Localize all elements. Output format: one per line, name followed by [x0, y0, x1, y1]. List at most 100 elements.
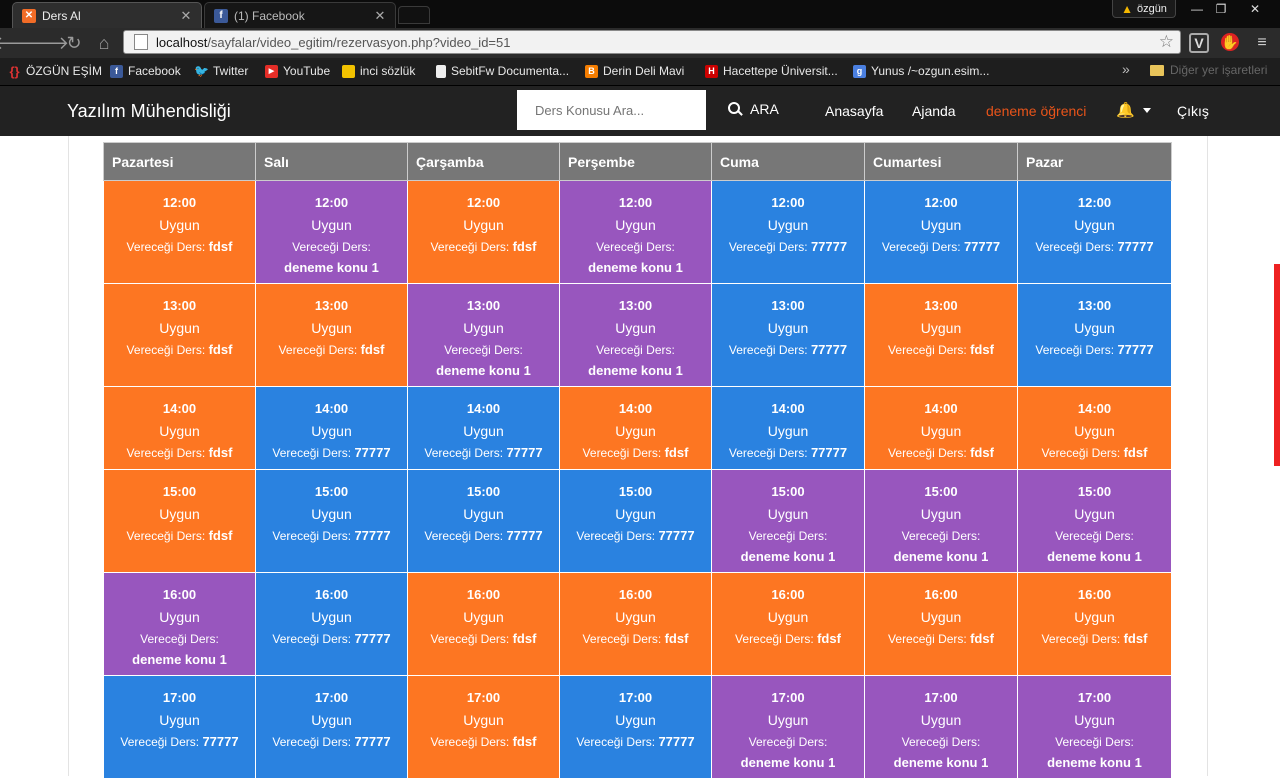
home-icon[interactable]: ⌂: [93, 32, 115, 54]
other-bookmarks[interactable]: Diğer yer işaretleri: [1150, 63, 1267, 77]
time-slot-cell[interactable]: 14:00 Uygun Vereceği Ders: fdsf: [864, 386, 1018, 470]
time-slot-cell[interactable]: 16:00 Uygun Vereceği Ders: deneme konu 1: [103, 572, 256, 676]
time-slot-cell[interactable]: 12:00 Uygun Vereceği Ders: fdsf: [103, 180, 256, 284]
slot-lesson-topic: fdsf: [1123, 631, 1148, 646]
slot-lesson-topic: fdsf: [208, 445, 233, 460]
time-slot-cell[interactable]: 15:00 Uygun Vereceği Ders: deneme konu 1: [864, 469, 1018, 573]
time-slot-cell[interactable]: 15:00 Uygun Vereceği Ders: fdsf: [103, 469, 256, 573]
slot-lesson-label: Vereceği Ders:: [596, 343, 675, 357]
slot-time: 13:00: [162, 298, 197, 313]
time-slot-cell[interactable]: 17:00 Uygun Vereceği Ders: 77777: [103, 675, 256, 779]
time-slot-cell[interactable]: 14:00 Uygun Vereceği Ders: 77777: [407, 386, 560, 470]
adblock-icon[interactable]: ✋: [1221, 33, 1239, 51]
close-window-icon[interactable]: ✕: [1242, 0, 1268, 18]
bookmark-item[interactable]: SebitFw Documenta...: [436, 63, 569, 79]
slot-lesson-label: Vereceği Ders:: [126, 446, 206, 460]
bookmark-star-icon[interactable]: ☆: [1159, 32, 1174, 52]
slot-lesson-topic: fdsf: [360, 342, 385, 357]
time-slot-cell[interactable]: 13:00 Uygun Vereceği Ders: fdsf: [103, 283, 256, 387]
bookmark-item[interactable]: H Hacettepe Üniversit...: [705, 63, 838, 79]
close-tab-icon[interactable]: ✕: [373, 8, 387, 24]
tab-facebook[interactable]: f (1) Facebook ✕: [204, 2, 396, 28]
time-slot-cell[interactable]: 17:00 Uygun Vereceği Ders: fdsf: [407, 675, 560, 779]
nav-home[interactable]: Anasayfa: [825, 103, 883, 119]
time-slot-cell[interactable]: 14:00 Uygun Vereceği Ders: 77777: [255, 386, 408, 470]
time-slot-cell[interactable]: 16:00 Uygun Vereceği Ders: 77777: [255, 572, 408, 676]
notifications-dropdown[interactable]: 🔔: [1116, 101, 1151, 119]
time-slot-cell[interactable]: 12:00 Uygun Vereceği Ders: deneme konu 1: [559, 180, 712, 284]
address-bar[interactable]: localhost/sayfalar/video_egitim/rezervas…: [123, 30, 1181, 54]
search-button[interactable]: ARA: [728, 101, 779, 117]
time-slot-cell[interactable]: 12:00 Uygun Vereceği Ders: fdsf: [407, 180, 560, 284]
time-slot-cell[interactable]: 14:00 Uygun Vereceği Ders: fdsf: [559, 386, 712, 470]
time-slot-cell[interactable]: 17:00 Uygun Vereceği Ders: deneme konu 1: [711, 675, 865, 779]
bookmark-item[interactable]: {} ÖZGÜN EŞİM: [8, 63, 102, 79]
time-slot-cell[interactable]: 16:00 Uygun Vereceği Ders: fdsf: [559, 572, 712, 676]
time-slot-cell[interactable]: 16:00 Uygun Vereceği Ders: fdsf: [864, 572, 1018, 676]
time-slot-cell[interactable]: 17:00 Uygun Vereceği Ders: 77777: [255, 675, 408, 779]
time-slot-cell[interactable]: 14:00 Uygun Vereceği Ders: 77777: [711, 386, 865, 470]
more-bookmarks-icon[interactable]: »: [1122, 61, 1130, 77]
youtube-icon: ▶: [265, 64, 278, 78]
minimize-icon[interactable]: —: [1184, 0, 1210, 18]
slot-lesson-label: Vereceği Ders:: [901, 529, 981, 543]
time-slot-cell[interactable]: 15:00 Uygun Vereceği Ders: deneme konu 1: [711, 469, 865, 573]
time-slot-cell[interactable]: 16:00 Uygun Vereceği Ders: fdsf: [1017, 572, 1172, 676]
time-slot-cell[interactable]: 13:00 Uygun Vereceği Ders: deneme konu 1: [407, 283, 560, 387]
time-slot-cell[interactable]: 12:00 Uygun Vereceği Ders: 77777: [1017, 180, 1172, 284]
slot-status: Uygun: [463, 609, 504, 625]
bookmark-item[interactable]: inci sözlük: [342, 63, 415, 79]
nav-agenda[interactable]: Ajanda: [912, 103, 956, 119]
menu-icon[interactable]: ≡: [1252, 33, 1272, 53]
slot-lesson-label: Vereceği Ders:: [126, 529, 206, 543]
site-brand[interactable]: Yazılım Mühendisliği: [67, 101, 231, 122]
time-slot-cell[interactable]: 16:00 Uygun Vereceği Ders: fdsf: [711, 572, 865, 676]
time-slot-cell[interactable]: 13:00 Uygun Vereceği Ders: 77777: [1017, 283, 1172, 387]
time-slot-cell[interactable]: 12:00 Uygun Vereceği Ders: 77777: [711, 180, 865, 284]
restore-icon[interactable]: ❐: [1208, 0, 1234, 18]
new-tab-button[interactable]: [398, 6, 430, 24]
time-slot-cell[interactable]: 15:00 Uygun Vereceği Ders: 77777: [407, 469, 560, 573]
time-slot-cell[interactable]: 15:00 Uygun Vereceği Ders: 77777: [559, 469, 712, 573]
time-slot-cell[interactable]: 15:00 Uygun Vereceği Ders: deneme konu 1: [1017, 469, 1172, 573]
slot-lesson: Vereceği Ders: 77777: [104, 731, 255, 753]
time-slot-cell[interactable]: 12:00 Uygun Vereceği Ders: 77777: [864, 180, 1018, 284]
time-slot-cell[interactable]: 17:00 Uygun Vereceği Ders: deneme konu 1: [1017, 675, 1172, 779]
time-slot-cell[interactable]: 13:00 Uygun Vereceği Ders: 77777: [711, 283, 865, 387]
time-slot-cell[interactable]: 13:00 Uygun Vereceği Ders: fdsf: [255, 283, 408, 387]
bookmark-item[interactable]: g Yunus /~ozgun.esim...: [853, 63, 989, 79]
bookmark-item[interactable]: B Derin Deli Mavi: [585, 63, 684, 79]
slot-time: 16:00: [1077, 587, 1112, 602]
search-input[interactable]: [517, 90, 706, 130]
bookmark-item[interactable]: f Facebook: [110, 63, 181, 79]
reload-icon[interactable]: ↻: [63, 32, 85, 54]
time-slot-cell[interactable]: 16:00 Uygun Vereceği Ders: fdsf: [407, 572, 560, 676]
time-slot-cell[interactable]: 13:00 Uygun Vereceği Ders: deneme konu 1: [559, 283, 712, 387]
slot-lesson: Vereceği Ders: 77777: [1018, 339, 1171, 361]
time-slot-cell[interactable]: 15:00 Uygun Vereceği Ders: 77777: [255, 469, 408, 573]
close-tab-icon[interactable]: ✕: [179, 8, 193, 24]
time-slot-cell[interactable]: 14:00 Uygun Vereceği Ders: fdsf: [103, 386, 256, 470]
time-slot-cell[interactable]: 13:00 Uygun Vereceği Ders: fdsf: [864, 283, 1018, 387]
nav-logout[interactable]: Çıkış: [1177, 103, 1209, 119]
slot-status: Uygun: [767, 609, 809, 625]
time-slot-cell[interactable]: 14:00 Uygun Vereceği Ders: fdsf: [1017, 386, 1172, 470]
slot-lesson-label: Vereceği Ders:: [272, 632, 352, 646]
bookmark-item[interactable]: 🐦 Twitter: [194, 63, 248, 79]
slot-time: 12:00: [618, 195, 653, 210]
bookmark-item[interactable]: ▶ YouTube: [265, 63, 330, 79]
slot-lesson-topic: 77777: [1117, 342, 1154, 357]
slot-lesson-label: Vereceği Ders:: [1041, 446, 1121, 460]
slot-lesson-label: Vereceği Ders:: [1035, 343, 1115, 357]
time-slot-cell[interactable]: 17:00 Uygun Vereceği Ders: deneme konu 1: [864, 675, 1018, 779]
time-slot-cell[interactable]: 12:00 Uygun Vereceği Ders: deneme konu 1: [255, 180, 408, 284]
facebook-icon: f: [214, 8, 228, 23]
forward-arrow-icon[interactable]: 🡒: [21, 32, 69, 54]
nav-user[interactable]: deneme öğrenci: [986, 103, 1086, 119]
slot-status: Uygun: [767, 320, 809, 336]
tab-ders-al[interactable]: ✕ Ders Al ✕: [12, 2, 202, 28]
slot-lesson-topic: fdsf: [970, 631, 994, 646]
shield-extension-icon[interactable]: V: [1189, 33, 1209, 53]
profile-button[interactable]: ▲ özgün: [1112, 0, 1176, 18]
time-slot-cell[interactable]: 17:00 Uygun Vereceği Ders: 77777: [559, 675, 712, 779]
